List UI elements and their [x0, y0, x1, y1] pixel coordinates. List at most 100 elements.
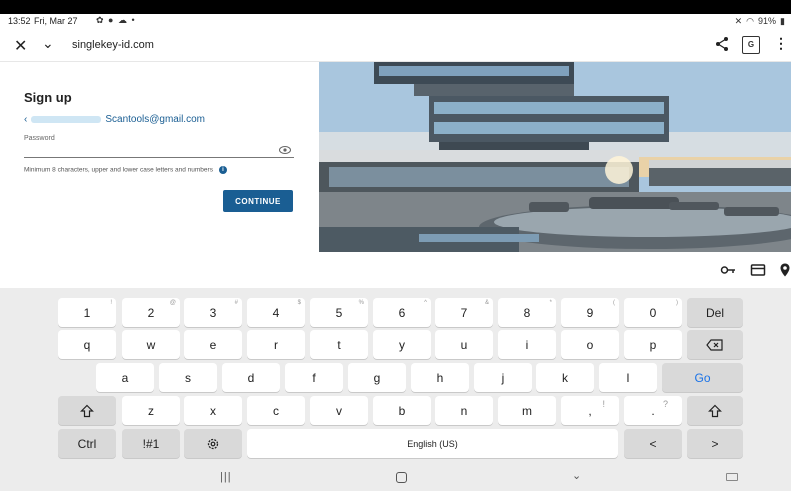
key-s[interactable]: s	[159, 363, 217, 392]
key-sublabel: *	[549, 300, 552, 306]
key-comma[interactable]: ,!	[561, 396, 619, 425]
key-sublabel: %	[358, 300, 364, 306]
key-o[interactable]: o	[561, 330, 619, 359]
key-j[interactable]: j	[474, 363, 532, 392]
shift-icon	[80, 404, 94, 417]
card-icon[interactable]	[750, 262, 766, 278]
building-photo-illustration	[319, 62, 791, 252]
key-sublabel: $	[297, 300, 301, 306]
key-sublabel: #	[234, 300, 238, 306]
key-5[interactable]: 5%	[310, 298, 368, 327]
key-sublabel: !	[110, 300, 112, 306]
key-a[interactable]: a	[96, 363, 154, 392]
ctrl-key[interactable]: Ctrl	[58, 429, 116, 458]
key-i[interactable]: i	[498, 330, 556, 359]
status-right-group: ✕ ◠ 91% ▮	[735, 16, 785, 27]
mute-icon: ✕	[734, 16, 743, 26]
key-label: 7	[460, 305, 468, 320]
key-e[interactable]: e	[184, 330, 242, 359]
key-8[interactable]: 8 *	[498, 298, 556, 327]
web-content: Sign up ‹ Scantools@gmail.com Password M…	[0, 62, 791, 252]
key-label: .	[651, 403, 655, 418]
key-g[interactable]: g	[348, 363, 406, 392]
email-text[interactable]: Scantools@gmail.com	[105, 114, 205, 125]
status-time: 13:52	[8, 16, 31, 26]
status-bar: 13:52 Fri, Mar 27 ✿ ● ☁ • ✕ ◠ 91% ▮	[0, 14, 791, 30]
shift-key-left[interactable]	[58, 396, 116, 425]
status-date: Fri, Mar 27	[34, 16, 78, 26]
key-l[interactable]: l	[599, 363, 657, 392]
chevron-left-icon[interactable]: ‹	[24, 114, 27, 125]
key-u[interactable]: u	[435, 330, 493, 359]
show-password-icon[interactable]	[279, 144, 291, 156]
key-y[interactable]: y	[373, 330, 431, 359]
recent-apps-icon[interactable]: |||	[220, 471, 232, 483]
key-n[interactable]: n	[435, 396, 493, 425]
close-icon[interactable]: ✕	[14, 36, 27, 56]
key-sublabel: )	[676, 300, 678, 306]
key-sublabel: (	[613, 300, 615, 306]
key-v[interactable]: v	[310, 396, 368, 425]
battery-icon: ▮	[780, 16, 785, 26]
key-label: 2	[147, 305, 155, 320]
key-k[interactable]: k	[536, 363, 594, 392]
password-input[interactable]	[24, 142, 294, 158]
more-options-icon[interactable]: ⋮	[774, 35, 788, 52]
key-label: 5	[335, 305, 343, 320]
shift-icon	[708, 404, 722, 417]
key-h[interactable]: h	[411, 363, 469, 392]
go-key[interactable]: Go	[662, 363, 743, 392]
key-sublabel: !	[602, 399, 605, 409]
password-label: Password	[24, 135, 55, 142]
key-3[interactable]: 3 #	[184, 298, 242, 327]
key-label: 3	[209, 305, 217, 320]
key-c[interactable]: c	[247, 396, 305, 425]
key-0[interactable]: 0)	[624, 298, 682, 327]
backspace-key[interactable]	[687, 330, 743, 359]
screen: 13:52 Fri, Mar 27 ✿ ● ☁ • ✕ ◠ 91% ▮ ✕ ⌄ …	[0, 0, 791, 491]
battery-level: 91%	[758, 16, 777, 26]
space-key[interactable]: English (US)	[247, 429, 618, 458]
key-d[interactable]: d	[222, 363, 280, 392]
key-7[interactable]: 7 &	[435, 298, 493, 327]
email-back-link[interactable]: ‹ Scantools@gmail.com	[24, 114, 205, 125]
key-m[interactable]: m	[498, 396, 556, 425]
chevron-down-icon[interactable]: ⌄	[42, 35, 54, 52]
key-p[interactable]: p	[624, 330, 682, 359]
key-x[interactable]: x	[184, 396, 242, 425]
location-pin-icon[interactable]	[777, 262, 791, 278]
key-f[interactable]: f	[285, 363, 343, 392]
delete-key[interactable]: Del	[687, 298, 743, 327]
key-sublabel: &	[484, 300, 489, 306]
share-icon[interactable]	[714, 36, 730, 52]
notification-icons: ✿ ● ☁ •	[96, 15, 136, 25]
key-label: 0	[649, 305, 657, 320]
key-t[interactable]: t	[310, 330, 368, 359]
key-period[interactable]: .?	[624, 396, 682, 425]
home-icon[interactable]	[396, 472, 407, 483]
keyboard-switch-icon[interactable]	[726, 473, 738, 481]
key-b[interactable]: b	[373, 396, 431, 425]
key-6[interactable]: 6 ^	[373, 298, 431, 327]
right-arrow-key[interactable]: >	[687, 429, 743, 458]
keyboard-settings-key[interactable]	[184, 429, 242, 458]
key-icon[interactable]	[720, 262, 736, 278]
key-9[interactable]: 9(	[561, 298, 619, 327]
key-4[interactable]: 4 $	[247, 298, 305, 327]
url-text[interactable]: singlekey-id.com	[72, 39, 154, 51]
info-icon[interactable]: i	[218, 166, 227, 174]
key-q[interactable]: q	[58, 330, 116, 359]
custom-tab-toolbar: ✕ ⌄ singlekey-id.com G ⋮	[0, 30, 791, 62]
left-arrow-key[interactable]: <	[624, 429, 682, 458]
navigation-bar: ||| ⌄	[0, 465, 791, 491]
hide-keyboard-icon[interactable]: ⌄	[572, 469, 581, 482]
key-r[interactable]: r	[247, 330, 305, 359]
key-w[interactable]: w	[122, 330, 180, 359]
shift-key-right[interactable]	[687, 396, 743, 425]
symbols-key[interactable]: !#1	[122, 429, 180, 458]
continue-button[interactable]: CONTINUE	[223, 190, 293, 212]
translate-icon[interactable]: G	[742, 36, 760, 54]
key-z[interactable]: z	[122, 396, 180, 425]
key-1[interactable]: 1!	[58, 298, 116, 327]
key-2[interactable]: 2 @	[122, 298, 180, 327]
